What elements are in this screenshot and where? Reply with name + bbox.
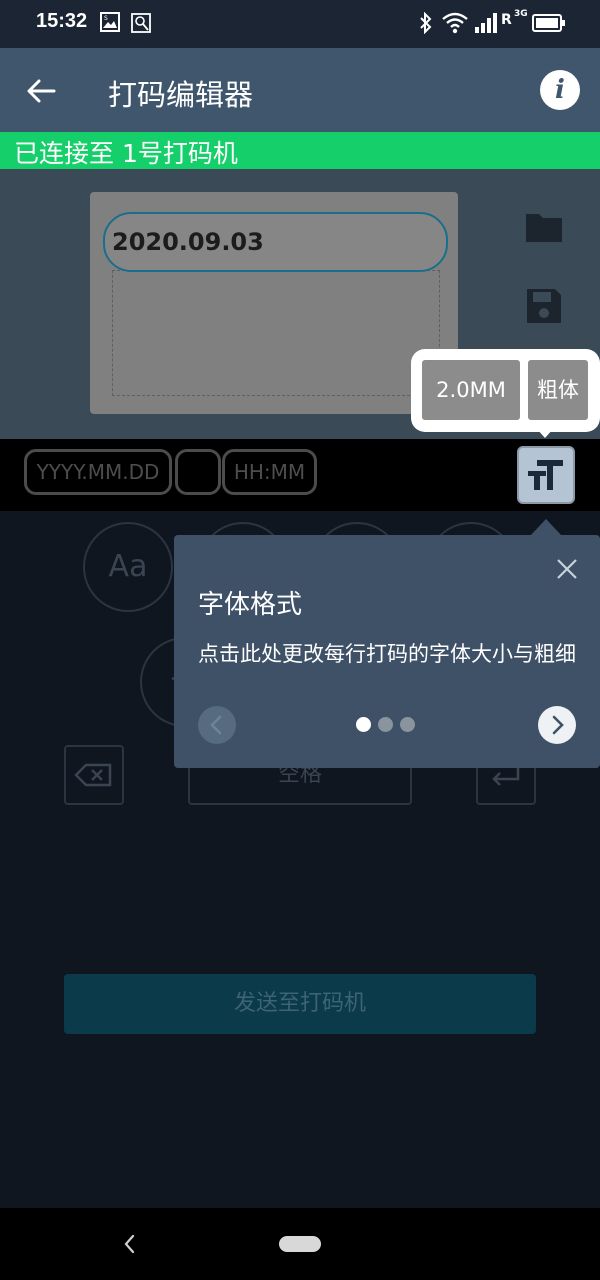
bluetooth-icon xyxy=(420,12,432,34)
network-label: R xyxy=(501,12,512,28)
tooltip-description: 点击此处更改每行打码的字体大小与粗细 xyxy=(198,642,576,666)
tooltip-title: 字体格式 xyxy=(198,590,303,620)
label-empty-lines[interactable] xyxy=(112,270,440,396)
font-size-icon xyxy=(528,460,563,490)
battery-icon xyxy=(532,14,565,32)
code-line-text: 2020.09.03 xyxy=(112,228,264,256)
svg-text:S: S xyxy=(104,15,108,22)
font-key[interactable]: Aa xyxy=(83,522,173,612)
tooltip-arrow xyxy=(531,519,561,535)
chevron-left-icon xyxy=(210,715,222,735)
save-icon[interactable] xyxy=(524,286,564,326)
gallery-icon: S xyxy=(100,12,120,32)
arrow-left-icon[interactable] xyxy=(24,74,58,108)
font-format-button[interactable] xyxy=(517,446,575,504)
folder-icon[interactable] xyxy=(524,206,564,246)
signal-icon xyxy=(475,13,497,33)
nav-home-pill[interactable] xyxy=(279,1236,321,1252)
wifi-icon xyxy=(442,12,468,34)
info-button[interactable]: i xyxy=(540,70,580,110)
status-time: 15:32 xyxy=(36,10,88,32)
page-dot-active xyxy=(356,717,371,732)
page-dot xyxy=(400,717,415,732)
close-icon[interactable] xyxy=(556,558,578,580)
network-type: 3G xyxy=(514,9,528,19)
backspace-key[interactable] xyxy=(64,745,124,805)
blank-format-chip[interactable] xyxy=(175,449,221,495)
font-weight-button[interactable]: 粗体 xyxy=(528,360,588,420)
nav-back-icon[interactable] xyxy=(120,1232,140,1256)
tooltip-prev-button[interactable] xyxy=(198,706,236,744)
app-bar xyxy=(0,48,600,132)
page-dot xyxy=(378,717,393,732)
page-title: 打码编辑器 xyxy=(108,78,254,112)
send-to-printer-button[interactable]: 发送至打码机 xyxy=(64,974,536,1034)
info-icon: i xyxy=(555,75,565,105)
tooltip-next-button[interactable] xyxy=(538,706,576,744)
connection-status-text: 已连接至 1号打码机 xyxy=(14,139,238,168)
backspace-icon xyxy=(74,763,112,787)
time-format-chip[interactable]: HH:MM xyxy=(222,449,317,495)
date-format-chip[interactable]: YYYY.MM.DD xyxy=(24,449,172,495)
popover-arrow xyxy=(536,428,554,438)
photo-icon xyxy=(131,13,151,33)
chevron-right-icon xyxy=(552,715,564,735)
font-size-button[interactable]: 2.0MM xyxy=(422,360,520,420)
